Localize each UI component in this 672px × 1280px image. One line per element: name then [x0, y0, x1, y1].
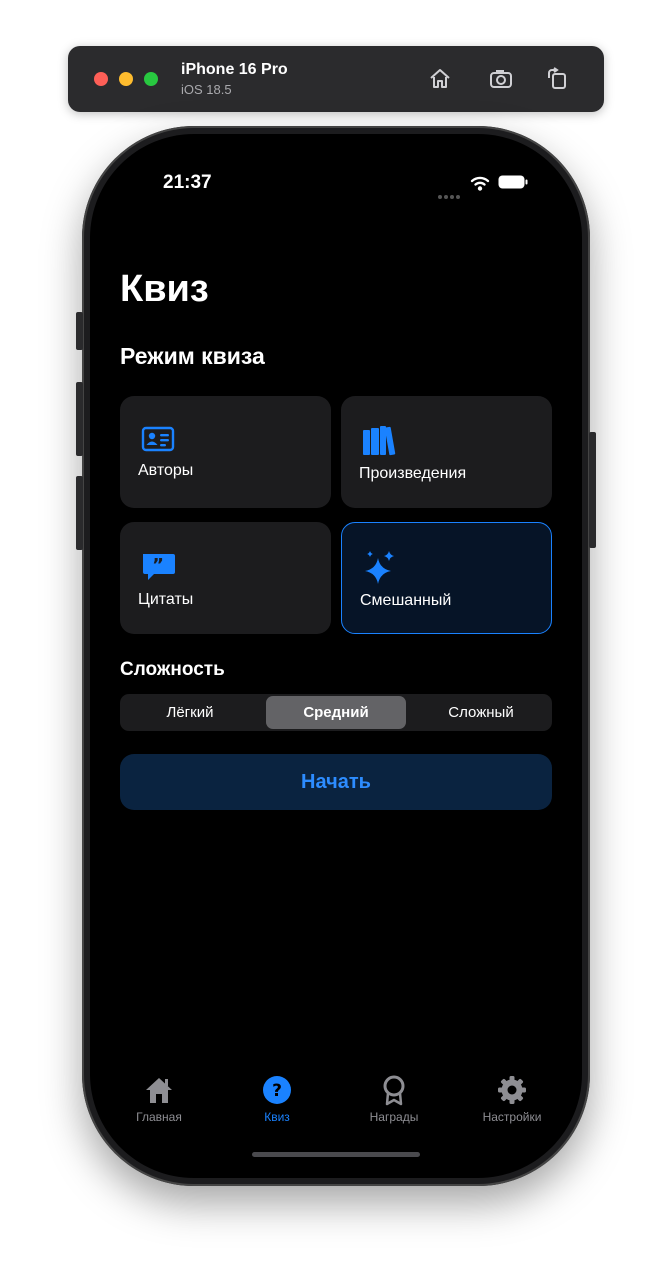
- tab-settings[interactable]: Настройки: [462, 1074, 562, 1124]
- quote-bubble-icon: ”: [143, 554, 175, 580]
- close-window-button[interactable]: [94, 72, 108, 86]
- difficulty-hard-segment[interactable]: Сложный: [411, 696, 551, 729]
- mode-card-quotes[interactable]: ” Цитаты: [120, 522, 331, 634]
- minimize-window-button[interactable]: [119, 72, 133, 86]
- tab-label: Настройки: [482, 1110, 542, 1124]
- device-name: iPhone 16 Pro: [181, 61, 288, 78]
- tab-label: Главная: [136, 1110, 182, 1124]
- volume-up-button: [76, 382, 83, 456]
- rotate-icon[interactable]: [544, 66, 570, 92]
- mode-card-works[interactable]: Произведения: [341, 396, 552, 508]
- mode-label: Цитаты: [138, 591, 194, 608]
- cellular-icon: [438, 186, 462, 204]
- os-version: iOS 18.5: [181, 82, 232, 97]
- mode-label: Авторы: [138, 462, 194, 479]
- mode-label: Произведения: [359, 465, 467, 482]
- mode-card-mixed[interactable]: Смешанный: [341, 522, 552, 634]
- award-ribbon-icon: [383, 1075, 405, 1106]
- gear-icon: [498, 1076, 526, 1104]
- tab-home[interactable]: Главная: [109, 1074, 209, 1124]
- mode-label: Смешанный: [360, 592, 452, 609]
- house-icon: [146, 1078, 172, 1103]
- page-title: Квиз: [120, 268, 209, 310]
- svg-text:?: ?: [272, 1081, 282, 1101]
- difficulty-segmented-control: Лёгкий Средний Сложный: [120, 694, 552, 731]
- tab-label: Награды: [369, 1110, 419, 1124]
- screenshot-icon[interactable]: [488, 66, 514, 92]
- action-button: [76, 312, 83, 350]
- volume-down-button: [76, 476, 83, 550]
- mode-section-title: Режим квиза: [120, 343, 265, 369]
- difficulty-easy-segment[interactable]: Лёгкий: [120, 696, 260, 729]
- difficulty-medium-segment[interactable]: Средний: [266, 696, 406, 729]
- start-button[interactable]: Начать: [120, 754, 552, 810]
- person-card-icon: [141, 426, 175, 452]
- power-button: [589, 432, 596, 548]
- difficulty-title: Сложность: [120, 659, 225, 680]
- tab-label: Квиз: [264, 1110, 290, 1124]
- wifi-icon: [470, 176, 490, 191]
- tab-awards[interactable]: Награды: [344, 1074, 444, 1124]
- question-circle-icon: ?: [263, 1076, 291, 1104]
- tab-quiz[interactable]: ? Квиз: [227, 1074, 327, 1124]
- simulator-toolbar: iPhone 16 Pro iOS 18.5: [68, 46, 604, 112]
- zoom-window-button[interactable]: [144, 72, 158, 86]
- mode-card-authors[interactable]: Авторы: [120, 396, 331, 508]
- books-icon: [363, 426, 396, 456]
- phone-screen: 21:37 Квиз Режим квиза Авторы Произведен…: [90, 134, 582, 1178]
- status-time: 21:37: [163, 172, 212, 193]
- svg-text:”: ”: [152, 555, 164, 576]
- home-icon[interactable]: [427, 66, 453, 92]
- sparkles-icon: [365, 551, 394, 584]
- battery-icon: [498, 175, 528, 189]
- home-indicator: [252, 1152, 420, 1157]
